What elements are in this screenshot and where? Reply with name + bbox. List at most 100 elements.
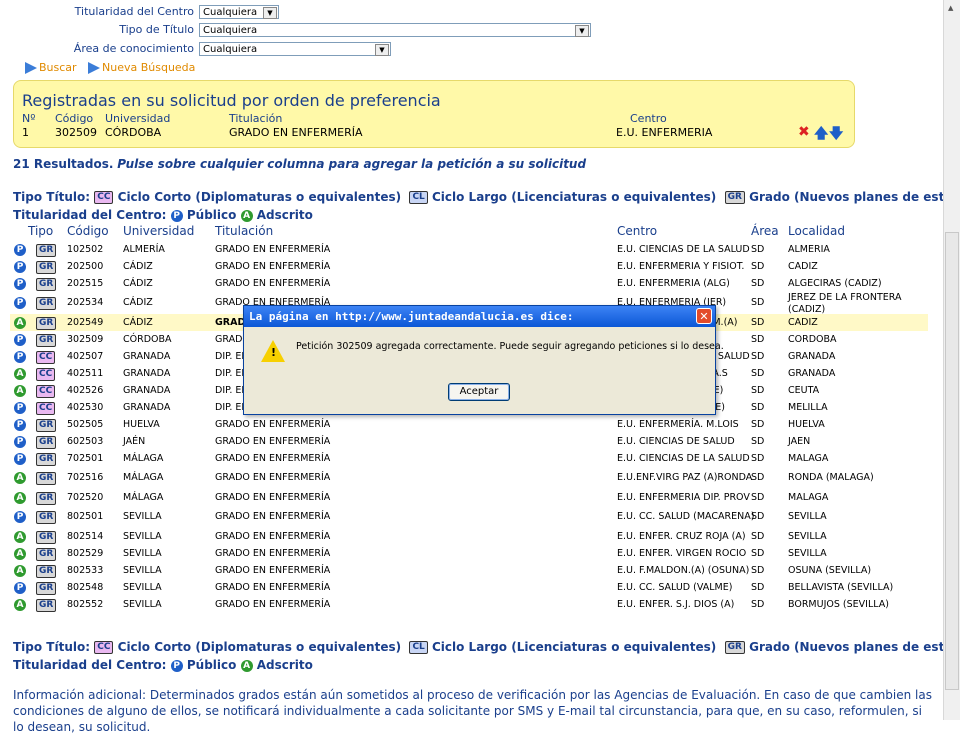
cell-titulacion: GRADO EN ENFERMERÍA bbox=[215, 492, 331, 503]
filter-row: Titularidad del Centro Cualquiera ▼ bbox=[0, 3, 600, 21]
cell-titulacion: GRADO EN ENFERMERÍA bbox=[215, 548, 331, 559]
table-row[interactable]: A GR 802552 SEVILLA GRADO EN ENFERMERÍA E.U. … bbox=[10, 596, 928, 613]
cell-codigo: 402507 bbox=[67, 351, 104, 362]
reg-centro: E.U. ENFERMERIA bbox=[616, 126, 713, 139]
cc-badge: CC bbox=[94, 191, 114, 204]
cell-localidad: CADIZ bbox=[788, 261, 818, 272]
cell-centro: E.U. ENFER. CRUZ ROJA (A) bbox=[617, 531, 746, 542]
cell-universidad: CÓRDOBA bbox=[123, 334, 172, 345]
cell-universidad: JAÉN bbox=[123, 436, 146, 447]
titularidad-icon: A bbox=[14, 565, 26, 577]
table-row[interactable]: P GR 102502 ALMERÍA GRADO EN ENFERMERÍA E.U. … bbox=[10, 241, 928, 258]
cell-universidad: SEVILLA bbox=[123, 599, 162, 610]
table-row[interactable]: P GR 502505 HUELVA GRADO EN ENFERMERÍA E.U. E… bbox=[10, 416, 928, 433]
scroll-up-icon[interactable]: ▲ bbox=[948, 4, 953, 12]
th-titulacion[interactable]: Titulación bbox=[215, 224, 273, 238]
reg-n: 1 bbox=[22, 126, 29, 139]
search-link[interactable]: Buscar bbox=[25, 61, 77, 74]
titularidad-icon: A bbox=[14, 531, 26, 543]
cell-codigo: 202549 bbox=[67, 317, 104, 328]
titularidad-icon: P bbox=[14, 351, 26, 363]
table-row[interactable]: A GR 802514 SEVILLA GRADO EN ENFERMERÍA E.U. … bbox=[10, 528, 928, 545]
table-row[interactable]: A GR 702516 MÁLAGA GRADO EN ENFERMERÍA E.U.EN… bbox=[10, 467, 928, 489]
cell-codigo: 702501 bbox=[67, 453, 104, 464]
tipo-badge: GR bbox=[36, 278, 57, 291]
dialog-titlebar[interactable]: La página en http://www.juntadeandalucia… bbox=[244, 306, 715, 327]
cell-area: SD bbox=[751, 297, 765, 308]
table-row[interactable]: A GR 702520 MÁLAGA GRADO EN ENFERMERÍA E.U. E… bbox=[10, 489, 928, 506]
chevron-down-icon[interactable]: ▼ bbox=[263, 7, 277, 19]
cell-localidad: BORMUJOS (SEVILLA) bbox=[788, 599, 889, 610]
cell-centro: E.U. CIENCIAS DE LA SALUD bbox=[617, 244, 750, 255]
cell-codigo: 702520 bbox=[67, 492, 104, 503]
cell-area: SD bbox=[751, 385, 765, 396]
th-codigo[interactable]: Código bbox=[67, 224, 109, 238]
cell-codigo: 802533 bbox=[67, 565, 104, 576]
move-down-icon[interactable]: 🡇 bbox=[829, 123, 843, 147]
registered-title: Registradas en su solicitud por orden de… bbox=[22, 91, 441, 110]
cell-area: SD bbox=[751, 492, 765, 503]
cell-codigo: 802514 bbox=[67, 531, 104, 542]
cell-codigo: 802529 bbox=[67, 548, 104, 559]
th-localidad[interactable]: Localidad bbox=[788, 224, 845, 238]
new-search-link[interactable]: Nueva Búsqueda bbox=[88, 61, 195, 74]
table-row[interactable]: P GR 802548 SEVILLA GRADO EN ENFERMERÍA E.U. … bbox=[10, 579, 928, 596]
move-up-icon[interactable]: 🡅 bbox=[814, 123, 828, 147]
cell-codigo: 202515 bbox=[67, 278, 104, 289]
legend-cc-text: Ciclo Corto (Diplomaturas o equivalentes… bbox=[117, 190, 402, 204]
cell-codigo: 702516 bbox=[67, 472, 104, 483]
cell-centro: E.U. CIENCIAS DE SALUD bbox=[617, 436, 735, 447]
tipo-badge: GR bbox=[36, 317, 57, 330]
tipo-badge: GR bbox=[36, 472, 57, 485]
legend-tipo-top: Tipo Título: CC Ciclo Corto (Diplomatura… bbox=[13, 190, 960, 204]
cell-centro: E.U.ENF.VIRG PAZ (A)RONDA bbox=[617, 472, 753, 483]
tipo-badge: GR bbox=[36, 334, 57, 347]
table-row[interactable]: P GR 202500 CÁDIZ GRADO EN ENFERMERÍA E.U. EN… bbox=[10, 258, 928, 275]
table-row[interactable]: P GR 202515 CÁDIZ GRADO EN ENFERMERÍA E.U. EN… bbox=[10, 275, 928, 292]
reg-codigo: 302509 bbox=[55, 126, 97, 139]
cell-universidad: GRANADA bbox=[123, 368, 171, 379]
tipo-badge: GR bbox=[36, 599, 57, 612]
titularidad-icon: P bbox=[14, 334, 26, 346]
col-n: Nº bbox=[22, 112, 36, 125]
table-row[interactable]: A GR 802533 SEVILLA GRADO EN ENFERMERÍA E.U. … bbox=[10, 562, 928, 579]
titularidad-icon: A bbox=[14, 385, 26, 397]
table-row[interactable]: P GR 702501 MÁLAGA GRADO EN ENFERMERÍA E.U. C… bbox=[10, 450, 928, 467]
th-centro[interactable]: Centro bbox=[617, 224, 657, 238]
chevron-down-icon[interactable]: ▼ bbox=[375, 44, 389, 56]
cell-centro: E.U. ENFERMERIA (ALG) bbox=[617, 278, 730, 289]
cell-universidad: MÁLAGA bbox=[123, 492, 164, 503]
table-row[interactable]: P GR 802501 SEVILLA GRADO EN ENFERMERÍA E.U. … bbox=[10, 506, 928, 528]
chevron-down-icon[interactable]: ▼ bbox=[575, 25, 589, 37]
cell-area: SD bbox=[751, 317, 765, 328]
filter-select[interactable]: Cualquiera ▼ bbox=[199, 42, 391, 56]
cell-codigo: 302509 bbox=[67, 334, 104, 345]
ok-button[interactable]: Aceptar bbox=[448, 383, 510, 401]
cell-titulacion: GRADO EN ENFERMERÍA bbox=[215, 261, 331, 272]
cell-localidad: ALMERIA bbox=[788, 244, 830, 255]
cell-localidad: CEUTA bbox=[788, 385, 820, 396]
close-icon[interactable]: ✕ bbox=[696, 308, 712, 324]
cell-area: SD bbox=[751, 278, 765, 289]
dialog-message: Petición 302509 agregada correctamente. … bbox=[296, 341, 724, 352]
th-area[interactable]: Área bbox=[751, 224, 779, 238]
play-icon bbox=[88, 62, 100, 74]
cell-area: SD bbox=[751, 582, 765, 593]
cell-universidad: GRANADA bbox=[123, 351, 171, 362]
table-row[interactable]: A GR 802529 SEVILLA GRADO EN ENFERMERÍA E.U. … bbox=[10, 545, 928, 562]
cell-universidad: SEVILLA bbox=[123, 582, 162, 593]
tipo-badge: GR bbox=[36, 511, 57, 524]
th-universidad[interactable]: Universidad bbox=[123, 224, 194, 238]
cell-localidad: SEVILLA bbox=[788, 531, 827, 542]
table-row[interactable]: P GR 602503 JAÉN GRADO EN ENFERMERÍA E.U. CIE… bbox=[10, 433, 928, 450]
vertical-scrollbar[interactable]: ▲ bbox=[943, 0, 960, 720]
delete-icon[interactable]: ✖ bbox=[798, 124, 810, 140]
filter-select[interactable]: Cualquiera ▼ bbox=[199, 5, 279, 19]
tipo-badge: GR bbox=[36, 436, 57, 449]
scrollbar-thumb[interactable] bbox=[945, 232, 959, 690]
filter-select[interactable]: Cualquiera ▼ bbox=[199, 23, 591, 37]
gr-badge: GR bbox=[724, 641, 745, 654]
cell-codigo: 802552 bbox=[67, 599, 104, 610]
cell-universidad: MÁLAGA bbox=[123, 472, 164, 483]
th-tipo[interactable]: Tipo bbox=[28, 224, 53, 238]
